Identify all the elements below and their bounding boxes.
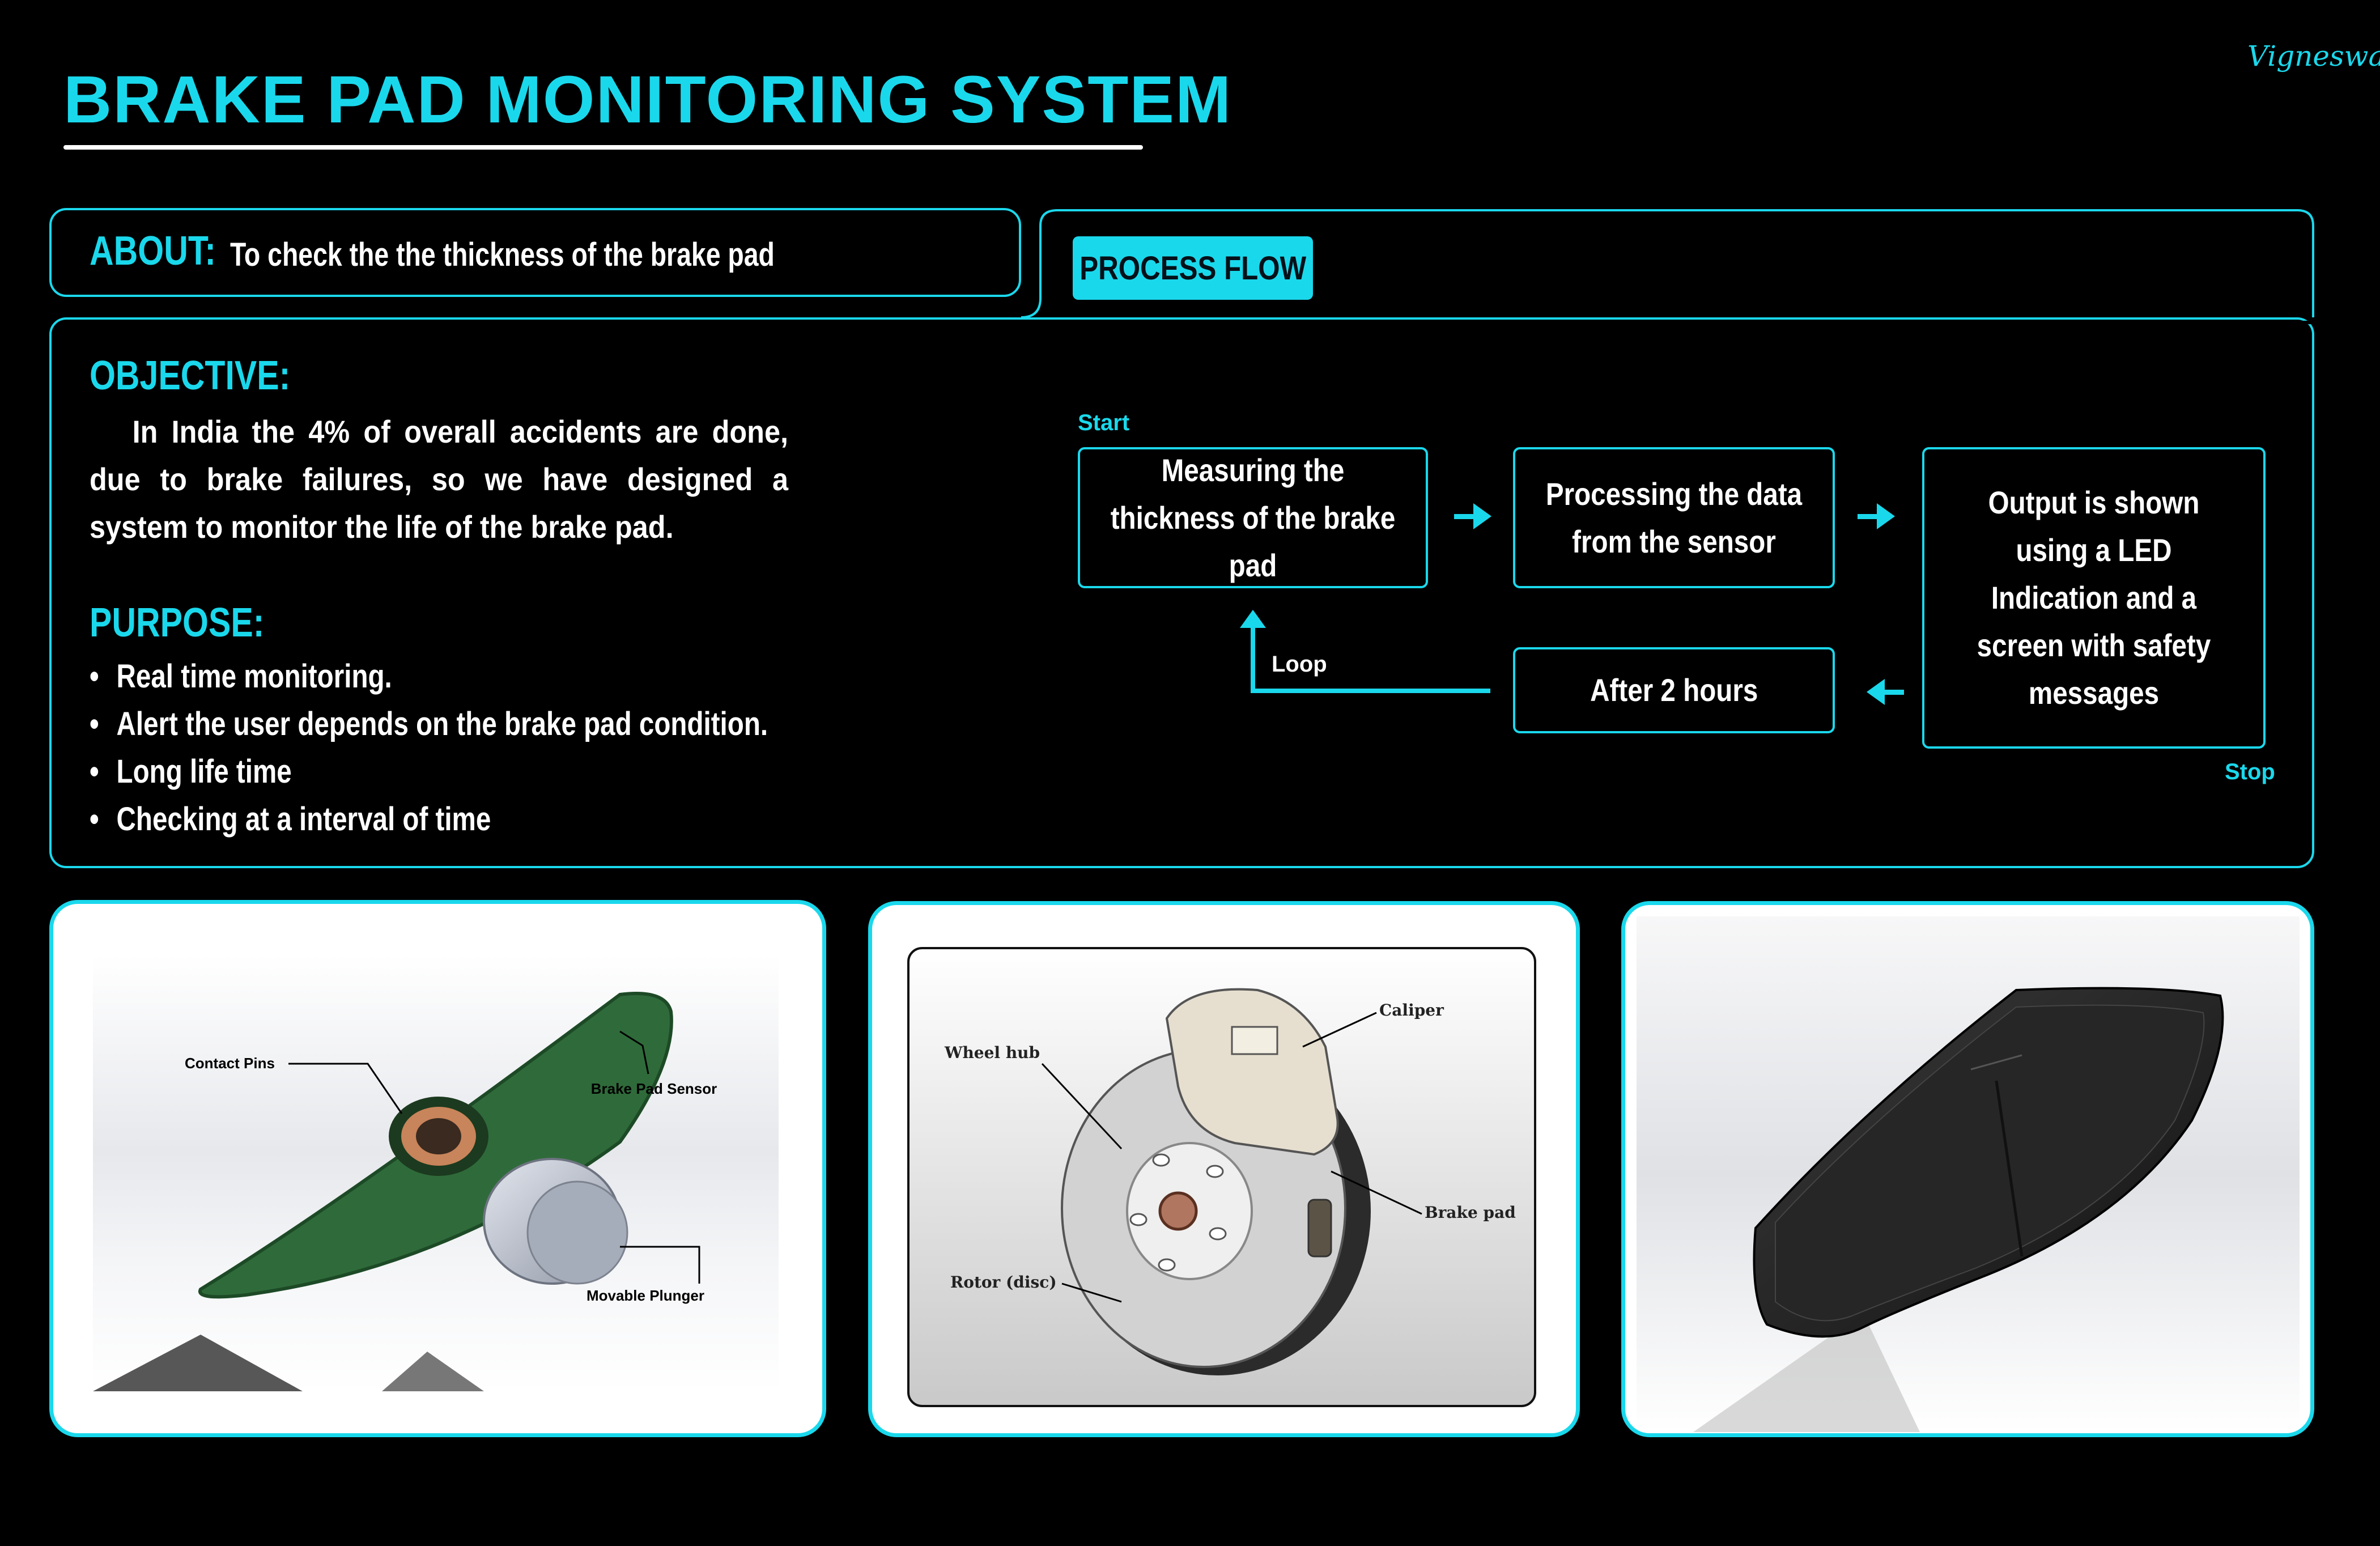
rotor-label: Rotor (disc) [950,1273,1057,1292]
brake-pad-image-card [1621,901,2314,1437]
movable-plunger-label: Movable Plunger [586,1287,704,1304]
arrow-up-icon [1240,610,1266,628]
brake-pad-sensor-label: Brake Pad Sensor [591,1080,717,1097]
brake-assembly-illustration: Caliper Wheel hub Brake pad Rotor (disc) [907,947,1536,1407]
contact-pins-label: Contact Pins [185,1055,275,1072]
arrow-left-icon [1867,679,1904,705]
brake-pad-label: Brake pad [1425,1203,1516,1222]
sensor-image-card: Contact Pins Brake Pad Sensor Movable Pl… [49,900,826,1437]
caliper-label: Caliper [1379,1001,1444,1020]
wheel-hub-label: Wheel hub [944,1043,1040,1062]
loop-label: Loop [1272,652,1327,677]
brake-assembly-image-card: Caliper Wheel hub Brake pad Rotor (disc) [868,901,1580,1437]
brake-pad-render [1637,916,2300,1432]
arrow-right-icon [1454,503,1491,529]
brake-pad-sensor-illustration: Contact Pins Brake Pad Sensor Movable Pl… [93,955,779,1391]
arrow-right-icon [1858,503,1895,529]
flow-arrows [1240,503,1904,705]
